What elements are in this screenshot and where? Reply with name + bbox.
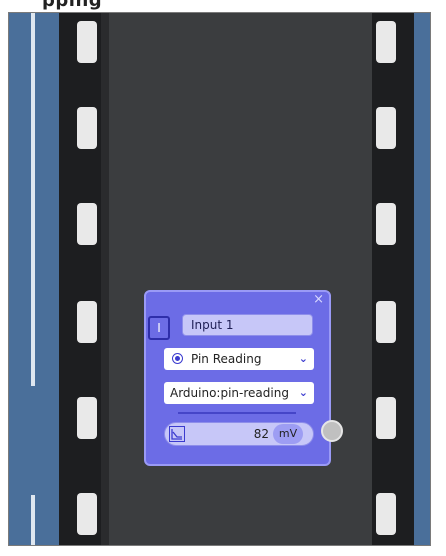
connector-port-icon[interactable]	[321, 420, 343, 442]
rail-hole	[376, 301, 396, 343]
rail-hole	[77, 21, 97, 63]
section-divider	[178, 412, 296, 414]
top-edge: pping	[0, 0, 446, 12]
rail-hole	[376, 203, 396, 245]
rail-hole	[77, 493, 97, 535]
rail-hole	[376, 493, 396, 535]
close-icon[interactable]: ×	[313, 293, 324, 306]
reading-row: 82 mV	[164, 422, 314, 446]
left-track-edge	[101, 13, 109, 545]
window-title: pping	[42, 0, 103, 11]
rail-hole	[77, 397, 97, 439]
io-type-badge: I	[148, 316, 170, 340]
rail-hole	[376, 107, 396, 149]
source-select-value: Arduino:pin-reading	[170, 386, 289, 400]
right-water-area	[414, 13, 430, 545]
chevron-down-icon: ⌄	[298, 386, 308, 399]
rail-hole	[376, 397, 396, 439]
right-rail	[372, 13, 414, 545]
left-rail	[59, 13, 101, 545]
rail-hole	[376, 21, 396, 63]
rail-hole	[77, 107, 97, 149]
source-select[interactable]: Arduino:pin-reading ⌄	[164, 382, 314, 404]
graph-icon[interactable]	[169, 426, 185, 442]
rail-hole	[77, 301, 97, 343]
node-name-field[interactable]: Input 1	[182, 314, 313, 336]
unit-select[interactable]: mV	[273, 424, 303, 444]
left-water-area	[9, 13, 59, 545]
mode-select[interactable]: Pin Reading ⌄	[164, 348, 314, 370]
lane-stripe	[31, 495, 35, 545]
radio-selected-icon	[172, 353, 183, 364]
lane-stripe	[31, 13, 35, 386]
chevron-down-icon: ⌄	[298, 352, 308, 365]
input-node-panel[interactable]: × I Input 1 Pin Reading ⌄ Arduino:pin-re…	[144, 290, 331, 466]
rail-hole	[77, 203, 97, 245]
reading-value: 82	[253, 427, 269, 441]
mode-select-value: Pin Reading	[191, 352, 262, 366]
